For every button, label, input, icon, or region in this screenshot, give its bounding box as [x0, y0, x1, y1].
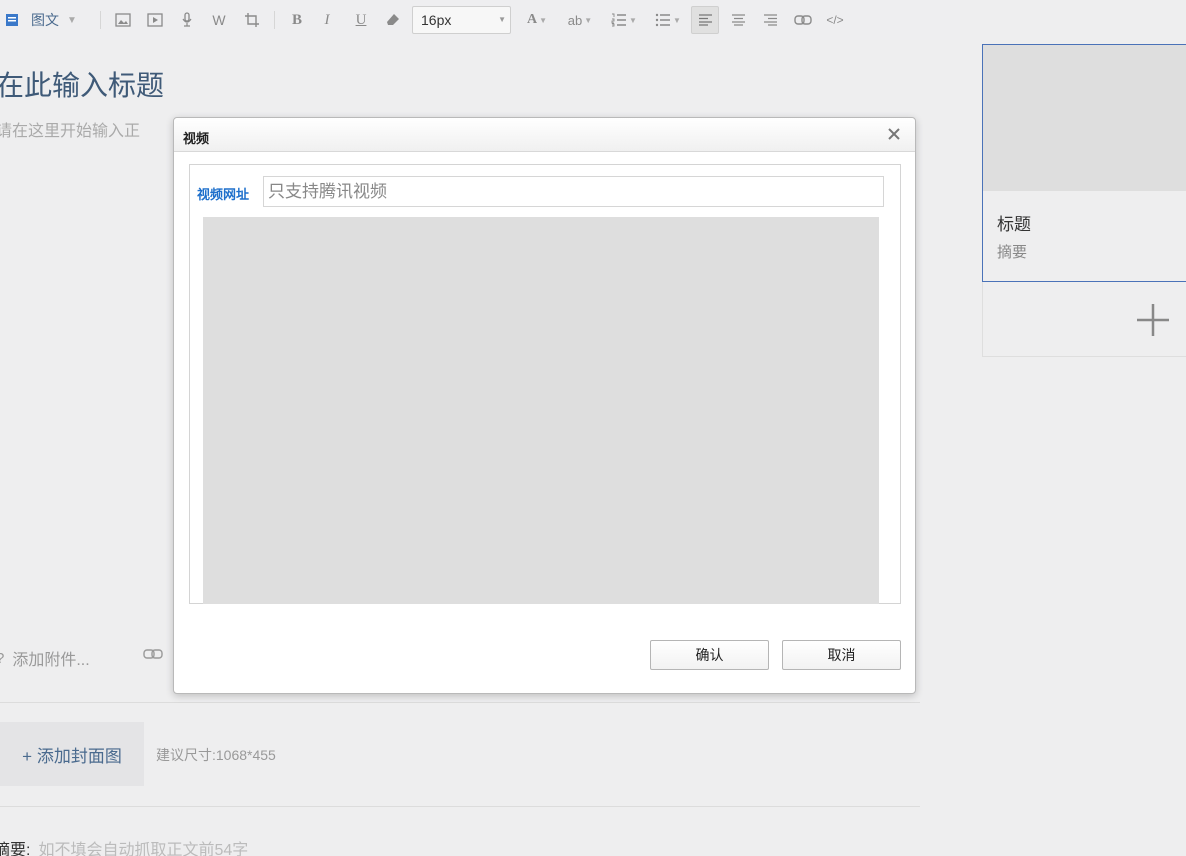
body-editor[interactable]: 请在这里开始输入正 [0, 117, 140, 141]
image-icon[interactable] [114, 9, 132, 31]
word-icon[interactable]: W [210, 9, 228, 31]
align-center-icon[interactable] [729, 9, 747, 31]
add-article-button[interactable] [982, 282, 1186, 357]
video-url-label: 视频网址 [197, 187, 250, 202]
video-url-input[interactable] [263, 176, 884, 207]
add-cover-button[interactable]: + 添加封面图 [0, 722, 144, 786]
divider [0, 806, 920, 807]
plus-icon [1137, 304, 1169, 341]
mode-dropdown-icon: ▼ [67, 14, 77, 26]
font-size-select[interactable]: 16px ▼ [412, 6, 511, 34]
video-dialog: 视频 视频网址 确认 取消 [173, 117, 916, 694]
dialog-header[interactable]: 视频 [174, 118, 915, 152]
dialog-content: 视频网址 [189, 164, 901, 604]
crop-icon[interactable] [243, 9, 261, 31]
font-size-value: 16px [421, 12, 452, 28]
summary-placeholder: 如不填会自动抓取正文前54字 [38, 842, 249, 856]
eraser-icon[interactable] [385, 9, 401, 31]
paperclip-icon: ? [0, 650, 4, 667]
mode-selector[interactable]: 图文 ▼ [30, 9, 78, 31]
bold-icon[interactable]: B [289, 9, 305, 31]
card-summary: 摘要 [997, 244, 1028, 261]
mode-label: 图文 [31, 12, 60, 28]
divider [0, 702, 920, 703]
confirm-button[interactable]: 确认 [650, 640, 769, 670]
editor-toolbar: 图文 ▼ W B I U 16px ▼ A ▼ ab ▼ ▼ ▼ </> [0, 0, 960, 40]
article-card[interactable]: 标题 摘要 [982, 44, 1186, 282]
mode-icon[interactable] [4, 9, 20, 31]
toolbar-divider [274, 11, 275, 29]
ordered-list-icon[interactable]: ▼ [608, 9, 640, 31]
summary-field[interactable]: 摘要: 如不填会自动抓取正文前54字 [0, 836, 248, 856]
audio-icon[interactable] [180, 9, 194, 31]
link-icon[interactable] [793, 9, 813, 31]
card-title: 标题 [997, 215, 1031, 234]
video-icon[interactable] [146, 9, 164, 31]
close-icon[interactable] [885, 125, 903, 143]
align-right-icon[interactable] [761, 9, 779, 31]
link-icon[interactable] [143, 647, 163, 665]
title-input[interactable]: 在此输入标题 [0, 64, 164, 104]
dialog-title: 视频 [183, 131, 210, 146]
italic-icon[interactable]: I [320, 9, 334, 31]
highlight-icon[interactable]: ab ▼ [564, 9, 596, 31]
chevron-down-icon: ▼ [498, 15, 506, 24]
code-icon[interactable]: </> [824, 9, 846, 31]
font-color-icon[interactable]: A ▼ [522, 9, 552, 31]
video-preview [203, 217, 879, 604]
attach-label: 添加附件... [12, 652, 90, 669]
toolbar-divider [100, 11, 101, 29]
underline-icon[interactable]: U [353, 9, 369, 31]
card-thumbnail [983, 45, 1186, 191]
align-left-icon[interactable] [691, 6, 719, 34]
cancel-button[interactable]: 取消 [782, 640, 901, 670]
unordered-list-icon[interactable]: ▼ [652, 9, 684, 31]
summary-label: 摘要: [0, 842, 31, 856]
attach-button[interactable]: ? 添加附件... [0, 646, 90, 670]
cover-size-hint: 建议尺寸:1068*455 [156, 747, 276, 763]
